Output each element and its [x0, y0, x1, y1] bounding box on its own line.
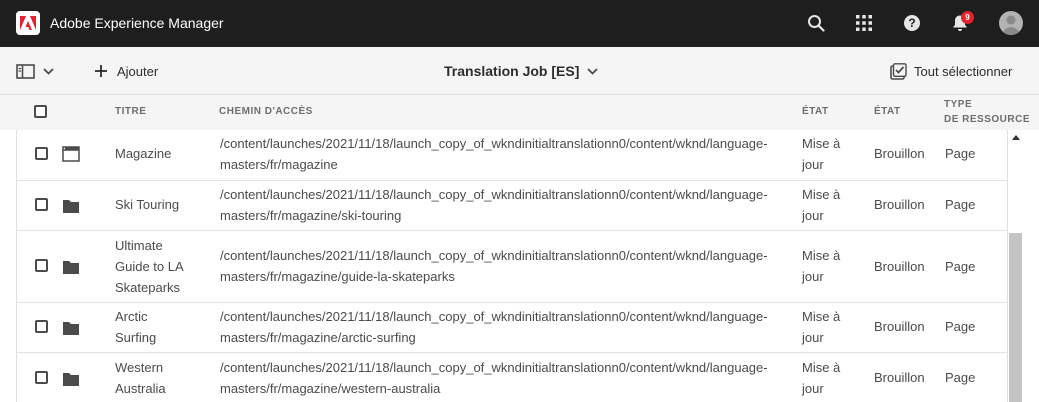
- row-title: Ski Touring: [115, 197, 180, 212]
- right-gutter: [1023, 130, 1039, 402]
- row-state: Mise à jour: [802, 187, 841, 223]
- svg-text:?: ?: [908, 16, 915, 30]
- row-status: Brouillon: [874, 370, 925, 385]
- row-path: /content/launches/2021/11/18/launch_copy…: [220, 187, 768, 223]
- action-bar: Ajouter Translation Job [ES] Tout sélect…: [0, 47, 1039, 95]
- add-button[interactable]: Ajouter: [94, 61, 158, 81]
- row-path: /content/launches/2021/11/18/launch_copy…: [220, 360, 768, 396]
- row-title: Western Australia: [115, 360, 166, 396]
- solutions-grid-icon[interactable]: [852, 11, 876, 35]
- row-state: Mise à jour: [802, 309, 841, 345]
- column-header-type-line2: DE RESSOURCE: [944, 114, 1031, 125]
- column-header-title[interactable]: TITRE: [115, 104, 146, 119]
- folder-icon: [63, 200, 79, 213]
- page-title: Translation Job [ES]: [444, 63, 580, 79]
- row-resource-type: Page: [945, 319, 976, 334]
- row-state: Mise à jour: [802, 136, 841, 172]
- global-navbar: Adobe Experience Manager ? 9: [0, 0, 1039, 47]
- row-status: Brouillon: [874, 146, 925, 161]
- row-path: /content/launches/2021/11/18/launch_copy…: [220, 248, 768, 284]
- search-icon[interactable]: [804, 11, 828, 35]
- row-title: Arctic Surfing: [115, 309, 157, 345]
- row-resource-type: Page: [945, 259, 976, 274]
- row-status: Brouillon: [874, 197, 925, 212]
- folder-icon: [63, 261, 79, 274]
- select-all-label: Tout sélectionner: [914, 63, 1013, 79]
- row-checkbox[interactable]: [35, 147, 48, 160]
- row-state: Mise à jour: [802, 360, 841, 396]
- row-resource-type: Page: [945, 146, 976, 161]
- row-checkbox[interactable]: [35, 371, 48, 384]
- row-title: Magazine: [115, 146, 172, 161]
- side-panel-icon: [16, 63, 35, 79]
- row-resource-type: Page: [945, 370, 976, 385]
- page-icon: [62, 146, 80, 162]
- column-header-type-line1: TYPE: [944, 99, 973, 110]
- row-status: Brouillon: [874, 259, 925, 274]
- column-header-resource-type[interactable]: TYPE DE RESSOURCE: [944, 97, 1030, 127]
- row-checkbox[interactable]: [35, 320, 48, 333]
- select-all-button[interactable]: Tout sélectionner: [890, 61, 1012, 81]
- table-row[interactable]: Western Australia /content/launches/2021…: [17, 353, 1007, 402]
- table-row[interactable]: Ski Touring /content/launches/2021/11/18…: [17, 181, 1007, 231]
- rail-toggle-button[interactable]: [16, 61, 60, 81]
- table-body: Magazine /content/launches/2021/11/18/la…: [16, 130, 1007, 402]
- table-row[interactable]: Arctic Surfing /content/launches/2021/11…: [17, 303, 1007, 353]
- table-row[interactable]: Magazine /content/launches/2021/11/18/la…: [17, 130, 1007, 181]
- column-header-path[interactable]: CHEMIN D'ACCÈS: [219, 104, 313, 119]
- adobe-logo-icon[interactable]: [16, 11, 40, 35]
- scroll-up-arrow-icon[interactable]: [1012, 135, 1020, 140]
- folder-icon: [63, 322, 79, 335]
- row-checkbox[interactable]: [35, 259, 48, 272]
- row-title: Ultimate Guide to LA Skateparks: [115, 238, 184, 295]
- help-icon[interactable]: ?: [900, 11, 924, 35]
- select-all-icon: [890, 62, 907, 80]
- plus-icon: [95, 65, 107, 77]
- column-header-state-2[interactable]: ÉTAT: [874, 104, 901, 119]
- chevron-down-icon: [43, 67, 54, 75]
- add-button-label: Ajouter: [117, 63, 159, 79]
- row-state: Mise à jour: [802, 248, 841, 284]
- column-header-state[interactable]: ÉTAT: [802, 104, 829, 119]
- user-avatar[interactable]: [999, 11, 1023, 35]
- row-checkbox[interactable]: [35, 198, 48, 211]
- table-row[interactable]: Ultimate Guide to LA Skateparks /content…: [17, 231, 1007, 303]
- translation-job-dropdown[interactable]: Translation Job [ES]: [444, 61, 598, 81]
- row-status: Brouillon: [874, 319, 925, 334]
- scrollbar-thumb[interactable]: [1009, 233, 1022, 402]
- vertical-scrollbar[interactable]: [1007, 130, 1023, 402]
- chevron-down-icon: [587, 67, 598, 75]
- select-all-checkbox[interactable]: [34, 105, 47, 118]
- app-title[interactable]: Adobe Experience Manager: [50, 15, 224, 31]
- row-path: /content/launches/2021/11/18/launch_copy…: [220, 309, 768, 345]
- row-path: /content/launches/2021/11/18/launch_copy…: [220, 136, 768, 172]
- notification-count-badge: 9: [961, 11, 974, 24]
- row-resource-type: Page: [945, 197, 976, 212]
- table-header: TITRE CHEMIN D'ACCÈS ÉTAT ÉTAT TYPE DE R…: [0, 95, 1039, 130]
- folder-icon: [63, 373, 79, 386]
